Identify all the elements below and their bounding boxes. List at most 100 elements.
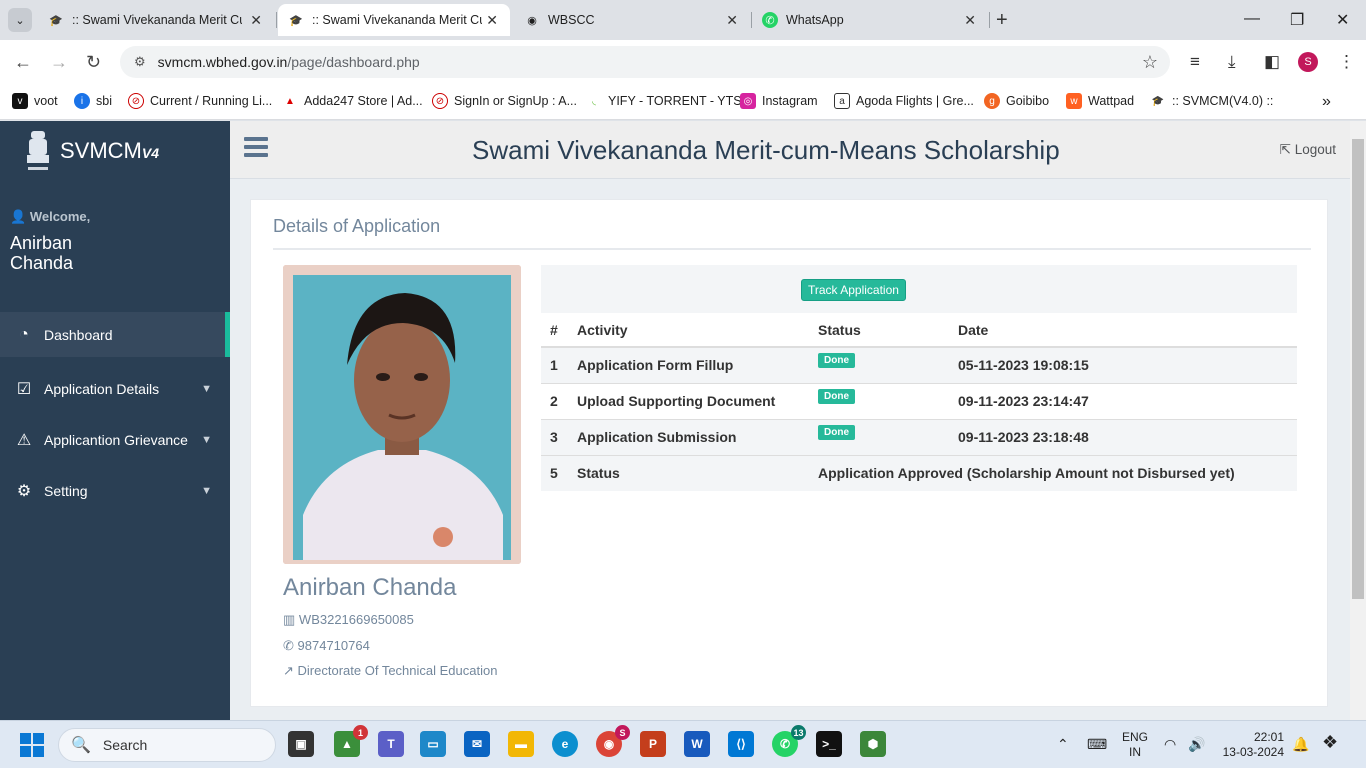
sidebar-menu: ◔ Dashboard ☑ Application Details ▼ ⚠ Ap…: [0, 312, 230, 516]
windows-start-icon[interactable]: [20, 733, 44, 757]
bookmark-adda247[interactable]: ▲ Adda247 Store | Ad...: [282, 93, 423, 109]
close-tab-icon[interactable]: ✕: [250, 12, 262, 29]
bookmark-goibibo[interactable]: g Goibibo: [984, 93, 1049, 109]
brand[interactable]: SVMCMV4: [22, 127, 159, 175]
tab-wbscc[interactable]: ◉ WBSCC ✕: [514, 4, 750, 36]
task-view-icon[interactable]: ▣: [288, 731, 314, 757]
taskbar-search[interactable]: 🔍 Search: [58, 728, 276, 762]
tray-overflow-icon[interactable]: ⌃: [1057, 736, 1069, 753]
tab-whatsapp[interactable]: ✆ WhatsApp ✕: [752, 4, 988, 36]
address-bar[interactable]: ⚙ svmcm.wbhed.gov.in /page/dashboard.php…: [120, 46, 1170, 78]
block-icon: ⊘: [432, 93, 448, 109]
file-explorer-icon[interactable]: ▬: [508, 731, 534, 757]
wifi-icon[interactable]: ◠: [1164, 736, 1176, 753]
row-number: 1: [541, 346, 568, 383]
bookmark-instagram[interactable]: ◎ Instagram: [740, 93, 818, 109]
back-icon[interactable]: ←: [14, 52, 32, 73]
close-window-icon[interactable]: ✕: [1336, 10, 1349, 30]
tab-divider: [989, 12, 990, 28]
edge-icon[interactable]: e: [552, 731, 578, 757]
status-badge: Done: [818, 425, 855, 440]
bookmark-current-running[interactable]: ⊘ Current / Running Li...: [128, 93, 272, 109]
clock[interactable]: 22:01 13-03-2024: [1222, 730, 1284, 760]
restore-icon[interactable]: ❐: [1290, 10, 1304, 30]
terminal-icon[interactable]: >_: [816, 731, 842, 757]
app-store-icon[interactable]: ▲ 1: [334, 725, 368, 757]
close-tab-icon[interactable]: ✕: [486, 12, 498, 29]
close-tab-icon[interactable]: ✕: [726, 12, 738, 29]
minimize-icon[interactable]: —: [1244, 10, 1260, 28]
tab-label: WhatsApp: [786, 13, 844, 27]
bookmark-star-icon[interactable]: ☆: [1142, 52, 1158, 73]
forward-icon[interactable]: →: [50, 52, 68, 73]
bookmark-label: Wattpad: [1088, 94, 1135, 108]
vscode-icon[interactable]: ⟨⟩: [728, 731, 754, 757]
notification-bell-icon[interactable]: 🔔: [1292, 736, 1309, 753]
bookmark-yify[interactable]: ◟ YIFY - TORRENT - YTS: [586, 93, 742, 109]
new-tab-button[interactable]: +: [996, 9, 1008, 32]
bookmark-svmcm[interactable]: 🎓:: SVMCM(V4.0) ::: [1150, 93, 1273, 109]
whatsapp-icon[interactable]: ✆ 13: [772, 725, 806, 757]
more-bookmarks-icon[interactable]: »: [1322, 93, 1331, 111]
web-page: SVMCMV4 👤 Welcome, Anirban Chanda ◔ Dash…: [0, 121, 1366, 720]
side-panel-icon[interactable]: ◧: [1264, 52, 1280, 72]
notification-badge: 13: [791, 725, 806, 740]
sidebar-item-grievance[interactable]: ⚠ Applicantion Grievance ▼: [0, 414, 230, 465]
page-scrollbar[interactable]: [1350, 121, 1366, 720]
scrollbar-thumb[interactable]: [1352, 139, 1364, 599]
table-row: 2 Upload Supporting Document Done 09-11-…: [541, 382, 1297, 419]
track-application-button[interactable]: Track Application: [801, 279, 906, 301]
bookmark-label: Instagram: [762, 94, 818, 108]
tab-search-icon[interactable]: ⌄: [8, 8, 32, 32]
chevron-down-icon: ▼: [201, 484, 212, 497]
logout-link[interactable]: ⇱ Logout: [1280, 142, 1336, 158]
language-indicator[interactable]: ENG IN: [1122, 730, 1148, 760]
tab-svmcm-1[interactable]: 🎓 :: Swami Vivekananda Merit Cum ✕: [38, 4, 274, 36]
graduation-cap-icon: 🎓: [289, 14, 303, 27]
user-icon: 👤: [10, 209, 27, 224]
reading-list-icon[interactable]: ≡: [1190, 52, 1200, 72]
search-icon: 🔍: [71, 737, 91, 754]
mail-icon[interactable]: ✉: [464, 731, 490, 757]
bookmark-agoda[interactable]: a Agoda Flights | Gre...: [834, 93, 974, 109]
teams-icon[interactable]: T: [378, 731, 404, 757]
sidebar-item-label: Application Details: [44, 380, 160, 397]
sidebar-item-setting[interactable]: ⚙ Setting ▼: [0, 465, 230, 516]
site-info-icon[interactable]: ⚙: [134, 54, 146, 70]
profile-avatar[interactable]: S: [1298, 52, 1318, 72]
bookmark-signin[interactable]: ⊘ SignIn or SignUp : A...: [432, 93, 577, 109]
menu-toggle-icon[interactable]: [244, 137, 268, 161]
powerpoint-icon[interactable]: P: [640, 731, 666, 757]
gear-icon: ⚙: [16, 482, 32, 500]
goibibo-icon: g: [984, 93, 1000, 109]
keyboard-icon[interactable]: ⌨: [1087, 736, 1107, 753]
more-menu-icon[interactable]: ⋮: [1338, 52, 1355, 72]
table-row: 3 Application Submission Done 09-11-2023…: [541, 418, 1297, 455]
bookmark-voot[interactable]: v voot: [12, 93, 58, 109]
directorate-value: Directorate Of Technical Education: [297, 663, 498, 678]
bookmark-wattpad[interactable]: w Wattpad: [1066, 93, 1134, 109]
tab-svmcm-2[interactable]: 🎓 :: Swami Vivekananda Merit Cum ✕: [278, 4, 510, 36]
chrome-icon[interactable]: ◉ S: [596, 725, 630, 757]
status-badge: Done: [818, 353, 855, 369]
sidebar-item-label: Applicantion Grievance: [44, 431, 188, 448]
bookmark-label: :: SVMCM(V4.0) ::: [1172, 94, 1274, 108]
directorate-link[interactable]: ↗ Directorate Of Technical Education: [283, 663, 497, 679]
sidebar-item-application-details[interactable]: ☑ Application Details ▼: [0, 363, 230, 414]
sidebar-item-dashboard[interactable]: ◔ Dashboard: [0, 312, 230, 357]
row-date: 09-11-2023 23:14:47: [949, 382, 1297, 419]
word-icon[interactable]: W: [684, 731, 710, 757]
barcode-icon: ▥: [283, 612, 296, 627]
close-tab-icon[interactable]: ✕: [964, 12, 976, 29]
monitor-icon[interactable]: ▭: [420, 731, 446, 757]
nodejs-icon[interactable]: ⬢: [860, 731, 886, 757]
copilot-icon[interactable]: ❖: [1322, 732, 1338, 753]
volume-icon[interactable]: 🔊: [1188, 736, 1205, 753]
row-status: Done: [809, 382, 949, 419]
download-icon[interactable]: ⤓: [1228, 52, 1236, 72]
graduation-cap-icon: 🎓: [1150, 93, 1166, 109]
bookmark-sbi[interactable]: i sbi: [74, 93, 112, 109]
dashboard-icon: ◔: [19, 325, 29, 343]
reload-icon[interactable]: ↻: [86, 52, 101, 73]
voot-icon: v: [12, 93, 28, 109]
